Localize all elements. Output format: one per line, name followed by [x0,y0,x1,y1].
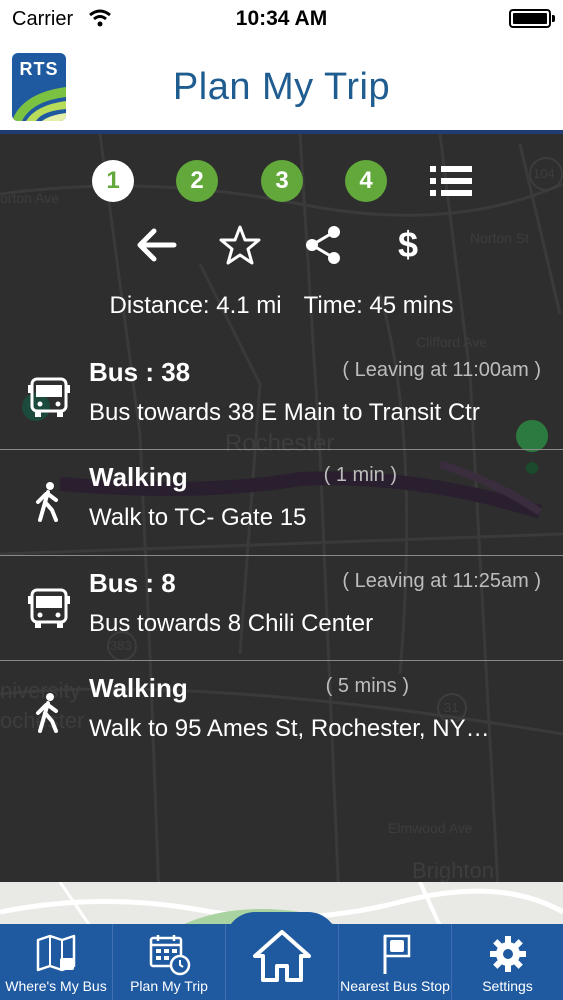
leg-departure: ( 1 min ) [323,464,397,486]
app-header: RTS Plan My Trip [0,38,563,134]
map-label-elmwood: Elmwood Ave [388,820,473,836]
trip-actions: $ [0,222,563,270]
leg-mode: Walking [89,462,188,492]
leg-mode: Bus : 8 [89,568,176,598]
tab-home[interactable] [226,924,339,1000]
tab-label: Nearest Bus Stop [340,978,450,994]
leg-departure: ( Leaving at 11:00am ) [342,359,541,381]
tab-bar: Where's My Bus Plan My Trip Nearest Bus … [0,924,563,1000]
step-3-button[interactable]: 3 [261,160,303,202]
tab-label: Plan My Trip [130,978,208,994]
walking-icon [36,482,58,522]
tab-plan-my-trip[interactable]: Plan My Trip [113,924,226,1000]
bus-icon [28,588,70,628]
leg-mode: Walking [89,673,188,703]
status-bar: Carrier 10:34 AM [0,0,563,38]
favorite-star-icon[interactable] [218,222,262,268]
clock: 10:34 AM [235,7,328,30]
trip-time: Time: 45 mins [303,292,454,319]
step-4-button[interactable]: 4 [345,160,387,202]
tab-label: Settings [482,978,533,994]
leg-mode: Bus : 38 [89,357,191,387]
tab-settings[interactable]: Settings [452,924,563,1000]
tab-nearest-bus-stop[interactable]: Nearest Bus Stop [339,924,452,1000]
leg-description: Walk to TC- Gate 15 [89,504,307,531]
bus-icon [28,377,70,417]
trip-leg[interactable]: Walking ( 1 min ) Walk to TC- Gate 15 [0,450,563,556]
trip-leg[interactable]: Walking ( 5 mins ) Walk to 95 Ames St, R… [0,661,563,767]
trip-leg[interactable]: Bus : 38 ( Leaving at 11:00am ) Bus towa… [0,345,563,451]
trip-distance: Distance: 4.1 mi [109,292,282,319]
map-bus-icon [36,934,76,972]
step-selector: 1 2 3 4 [0,160,563,206]
leg-departure: ( Leaving at 11:25am ) [342,570,541,592]
home-icon [253,930,311,982]
map-label-brighton: Brighton [412,858,494,883]
calendar-clock-icon [149,935,191,976]
step-1-button[interactable]: 1 [92,160,134,202]
trip-leg[interactable]: Bus : 8 ( Leaving at 11:25am ) Bus towar… [0,556,563,662]
list-icon[interactable] [430,164,472,198]
share-icon[interactable] [302,222,346,268]
leg-departure: ( 5 mins ) [325,675,409,697]
leg-description: Bus towards 38 E Main to Transit Ctr [89,399,480,426]
walking-icon [36,693,58,733]
fare-dollar-icon[interactable]: $ [386,222,430,268]
tab-wheres-my-bus[interactable]: Where's My Bus [0,924,113,1000]
tab-label: Where's My Bus [5,978,107,994]
back-arrow-icon[interactable] [134,222,178,268]
bus-stop-icon [383,934,411,974]
battery-icon [509,9,555,28]
page-title: Plan My Trip [172,66,391,108]
leg-description: Bus towards 8 Chili Center [89,610,374,637]
leg-description: Walk to 95 Ames St, Rochester, NY… [89,715,490,742]
trip-summary: Distance: 4.1 mi Time: 45 mins [0,292,563,320]
step-2-button[interactable]: 2 [176,160,218,202]
gear-icon [489,936,526,972]
